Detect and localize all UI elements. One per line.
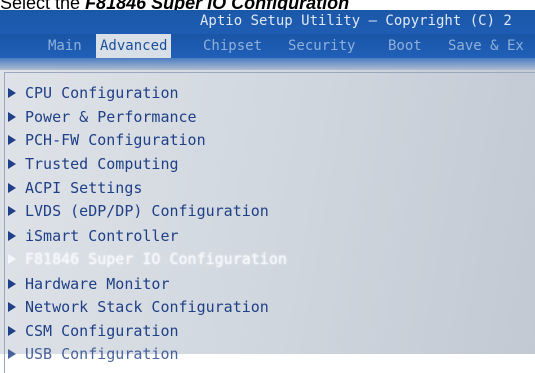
submenu-arrow-icon [8,301,16,312]
menu-item-hardware-monitor[interactable]: Hardware Monitor [8,273,170,295]
menu-item-acpi-settings[interactable]: ACPI Settings [8,177,142,199]
submenu-arrow-icon [8,325,16,336]
submenu-arrow-icon [8,230,16,241]
menu-item-power-performance[interactable]: Power & Performance [8,106,197,128]
submenu-arrow-icon [8,111,16,122]
menu-item-ismart-controller[interactable]: iSmart Controller [8,225,179,247]
bios-title-bar: Aptio Setup Utility – Copyright (C) 2 [0,10,535,36]
menu-item-csm-configuration[interactable]: CSM Configuration [8,320,179,342]
menu-item-trusted-computing[interactable]: Trusted Computing [8,153,179,175]
bios-tab-bar: Main Advanced Chipset Security Boot Save… [0,34,535,58]
submenu-arrow-icon [8,205,16,216]
submenu-arrow-icon [8,158,16,169]
tab-security[interactable]: Security [284,34,359,58]
submenu-arrow-icon [8,253,16,264]
submenu-arrow-icon [8,182,16,193]
tab-save-exit[interactable]: Save & Ex [444,34,528,58]
tab-advanced[interactable]: Advanced [96,34,172,58]
menu-item-pch-fw-configuration[interactable]: PCH-FW Configuration [8,129,206,151]
submenu-arrow-icon [8,278,16,289]
submenu-arrow-icon [8,87,16,98]
tab-divider [0,58,535,70]
menu-item-label: LVDS (eDP/DP) Configuration [25,202,269,220]
menu-item-label: iSmart Controller [25,227,179,245]
menu-item-label: PCH-FW Configuration [25,131,206,149]
menu-item-label: F81846 Super IO Configuration [25,250,287,268]
menu-item-label: ACPI Settings [25,179,143,197]
menu-item-network-stack-configuration[interactable]: Network Stack Configuration [8,296,269,318]
menu-item-label: CSM Configuration [25,322,179,340]
advanced-menu-panel: CPU Configuration Power & Performance PC… [0,70,535,373]
menu-item-label: Hardware Monitor [25,275,170,293]
menu-item-label: Network Stack Configuration [25,298,269,316]
menu-item-cpu-configuration[interactable]: CPU Configuration [8,82,179,104]
menu-item-label: Power & Performance [25,108,197,126]
submenu-arrow-icon [8,134,16,145]
tab-main[interactable]: Main [44,34,86,58]
tab-boot[interactable]: Boot [384,34,426,58]
menu-item-label: CPU Configuration [25,84,179,102]
menu-item-label: USB Configuration [25,345,179,363]
bios-title: Aptio Setup Utility – Copyright (C) 2 [200,13,512,29]
menu-item-super-io-configuration[interactable]: F81846 Super IO Configuration [8,248,287,270]
menu-item-label: Trusted Computing [25,155,179,173]
menu-item-lvds-configuration[interactable]: LVDS (eDP/DP) Configuration [8,200,269,222]
menu-item-usb-configuration[interactable]: USB Configuration [8,343,179,365]
tab-chipset[interactable]: Chipset [199,34,266,58]
